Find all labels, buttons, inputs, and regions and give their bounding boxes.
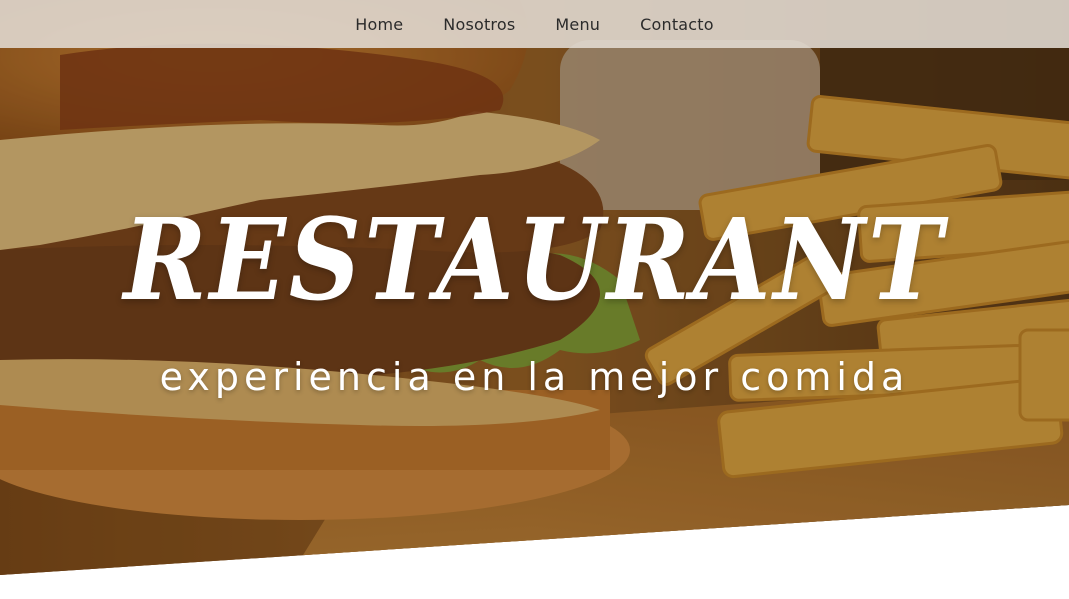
nav-link-contacto[interactable]: Contacto xyxy=(640,15,714,34)
hero-subtitle: experiencia en la mejor comida xyxy=(159,355,910,399)
hero-title: RESTAURANT xyxy=(123,193,946,327)
top-navbar: Home Nosotros Menu Contacto xyxy=(0,0,1069,48)
nav-link-home[interactable]: Home xyxy=(355,15,403,34)
nav-link-menu[interactable]: Menu xyxy=(555,15,600,34)
nav-link-nosotros[interactable]: Nosotros xyxy=(443,15,515,34)
